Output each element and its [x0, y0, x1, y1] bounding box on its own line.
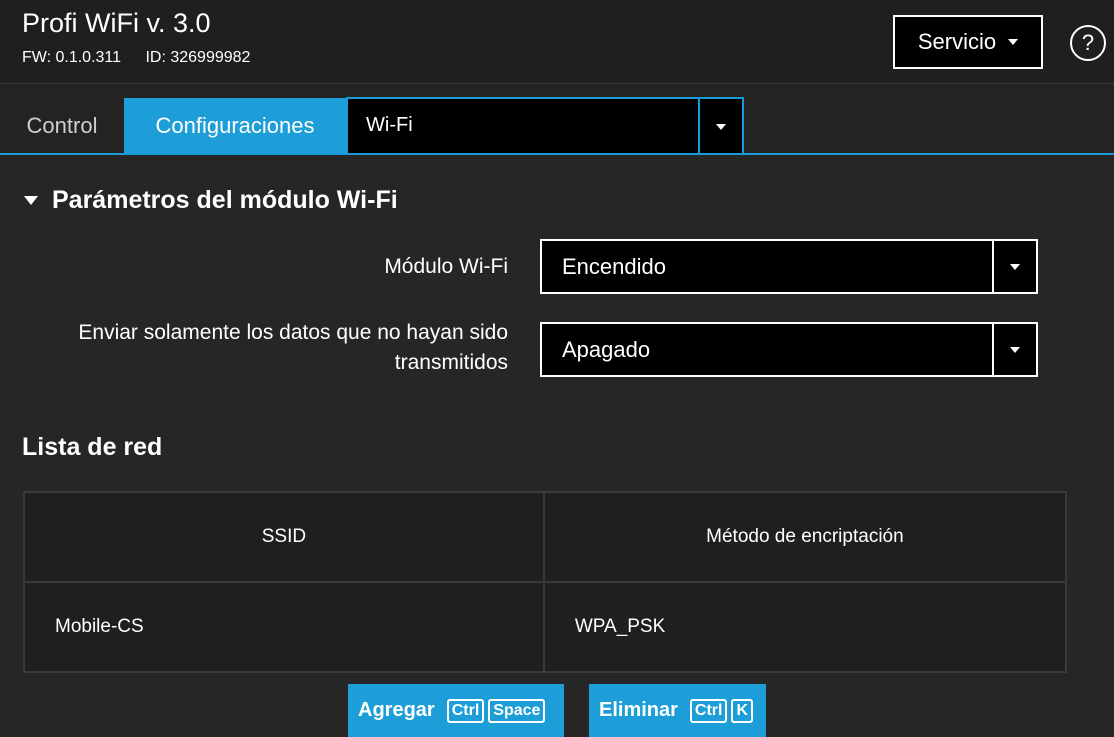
- delete-network-button[interactable]: Eliminar Ctrl K: [589, 684, 766, 737]
- add-network-button[interactable]: Agregar Ctrl Space: [348, 684, 564, 737]
- kbd-k: K: [731, 698, 754, 723]
- service-dropdown-button[interactable]: Servicio: [893, 15, 1043, 69]
- send-untransmitted-label: Enviar solamente los datos que no hayan …: [78, 318, 508, 378]
- caret-down-icon: [1010, 263, 1020, 270]
- caret-down-icon: [1010, 346, 1020, 353]
- wifi-module-value: Encendido: [562, 254, 666, 279]
- column-header-ssid[interactable]: SSID: [23, 491, 545, 583]
- firmware-version: FW: 0.1.0.311: [22, 49, 122, 66]
- select-arrow: [992, 324, 1036, 375]
- tab-control[interactable]: Control: [0, 98, 124, 154]
- config-section-value: Wi-Fi: [366, 114, 413, 136]
- tab-underline: [0, 153, 1114, 155]
- section-toggle[interactable]: Parámetros del módulo Wi-Fi: [24, 186, 398, 215]
- help-button[interactable]: ?: [1070, 25, 1106, 61]
- network-list-title: Lista de red: [22, 433, 163, 461]
- device-id: ID: 326999982: [145, 49, 251, 66]
- cell-ssid[interactable]: Mobile-CS: [23, 581, 545, 673]
- triangle-down-icon: [24, 196, 38, 205]
- select-arrow: [698, 99, 742, 154]
- question-mark-icon: ?: [1081, 30, 1095, 55]
- send-untransmitted-label-line2: transmitidos: [394, 351, 508, 374]
- send-untransmitted-label-line1: Enviar solamente los datos que no hayan …: [78, 321, 508, 344]
- device-info: FW: 0.1.0.311 ID: 326999982: [22, 49, 270, 67]
- column-header-encryption[interactable]: Método de encriptación: [542, 491, 1068, 583]
- add-label: Agregar: [358, 699, 435, 721]
- select-arrow: [992, 241, 1036, 292]
- config-section-select[interactable]: Wi-Fi: [346, 97, 744, 154]
- app-header: Profi WiFi v. 3.0 FW: 0.1.0.311 ID: 3269…: [0, 0, 1114, 84]
- tab-configuraciones[interactable]: Configuraciones: [124, 98, 346, 154]
- kbd-ctrl: Ctrl: [446, 698, 485, 723]
- caret-down-icon: [1008, 39, 1019, 45]
- kbd-space: Space: [488, 698, 546, 723]
- network-table: SSID Método de encriptación Mobile-CS WP…: [23, 491, 1068, 673]
- caret-down-icon: [716, 123, 726, 130]
- wifi-module-label: Módulo Wi-Fi: [384, 255, 508, 278]
- table-row[interactable]: Mobile-CS WPA_PSK: [23, 581, 1068, 673]
- tab-bar: Control Configuraciones Wi-Fi: [0, 84, 1114, 155]
- wifi-module-select[interactable]: Encendido: [540, 239, 1038, 294]
- cell-encryption[interactable]: WPA_PSK: [542, 581, 1068, 673]
- delete-label: Eliminar: [599, 699, 678, 721]
- send-untransmitted-select[interactable]: Apagado: [540, 322, 1038, 377]
- app-title: Profi WiFi v. 3.0: [22, 8, 211, 38]
- kbd-ctrl: Ctrl: [689, 698, 728, 723]
- send-untransmitted-value: Apagado: [562, 337, 651, 362]
- table-header-row: SSID Método de encriptación: [23, 491, 1068, 583]
- service-label: Servicio: [917, 29, 997, 54]
- section-title: Parámetros del módulo Wi-Fi: [52, 186, 398, 214]
